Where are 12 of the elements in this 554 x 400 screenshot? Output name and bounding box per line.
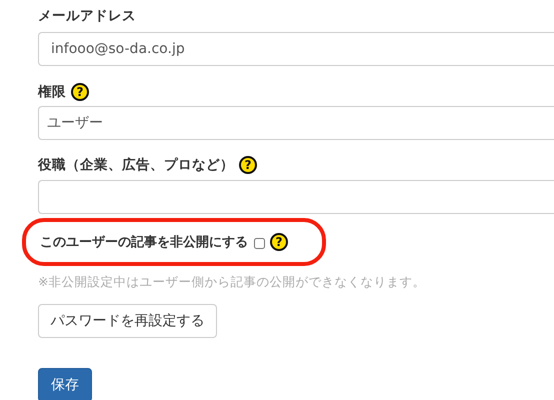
help-icon[interactable]: ? <box>71 83 89 101</box>
reset-password-button[interactable]: パスワードを再設定する <box>38 304 217 338</box>
save-button[interactable]: 保存 <box>38 368 92 400</box>
input-field[interactable]: infooo@so-da.co.jp <box>38 32 554 66</box>
note-text: ※非公開設定中はユーザー側から記事の公開ができなくなります。 <box>38 274 426 291</box>
help-icon[interactable]: ? <box>270 233 288 251</box>
checkbox-label: このユーザーの記事を非公開にする <box>40 234 248 251</box>
help-icon[interactable]: ? <box>239 156 257 174</box>
field-label: 役職（企業、広告、プロなど） <box>38 156 234 174</box>
role-select[interactable]: ユーザー <box>38 106 554 140</box>
field-label: メールアドレス <box>38 7 136 25</box>
field-label: 権限 <box>38 83 66 101</box>
